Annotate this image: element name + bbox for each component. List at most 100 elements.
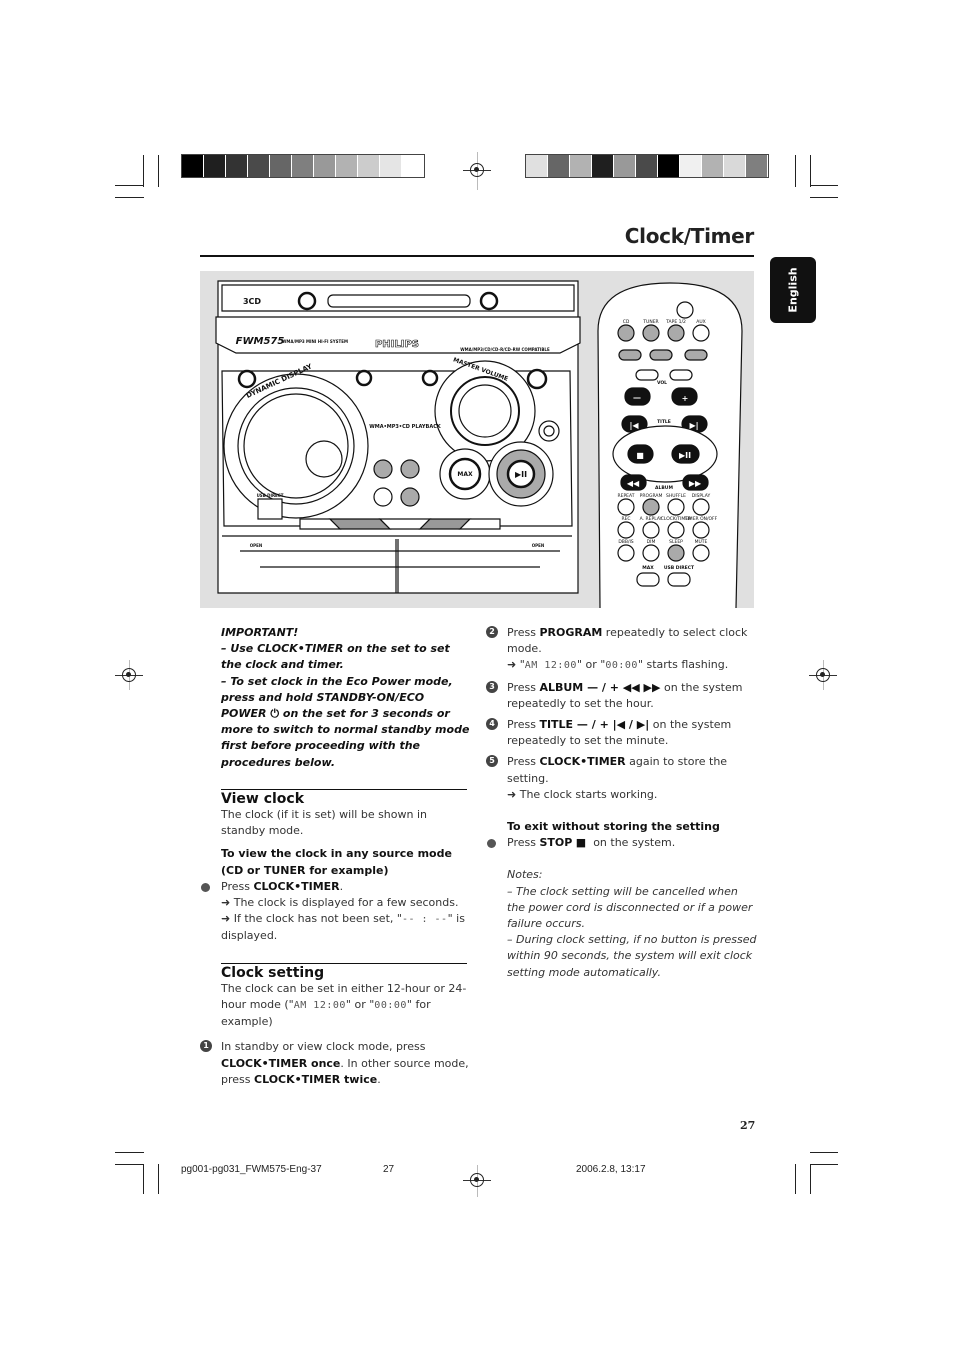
remote-button-label: TIMER ON/OFF <box>684 516 718 522</box>
color-swatch <box>204 155 226 177</box>
usb-direct-port <box>257 498 283 520</box>
standby-on-button <box>237 369 257 389</box>
footer-file-page: 27 <box>383 1164 395 1175</box>
remote-button-label: SHUFFLE <box>666 493 686 499</box>
color-swatch <box>592 155 614 177</box>
important-notice: IMPORTANT! – Use CLOCK•TIMER on the set … <box>221 625 471 771</box>
remote-power-button <box>676 301 694 319</box>
remote-button-label: SLEEP <box>669 539 683 545</box>
crop-mark <box>158 155 159 187</box>
model-sub-label: WMA/MP3 MINI HI-FI SYSTEM <box>282 339 348 344</box>
registration-mark-icon <box>470 163 484 177</box>
important-item: – Use CLOCK•TIMER on the set to set the … <box>221 642 450 672</box>
color-swatch <box>248 155 270 177</box>
remote-button-label: DIM <box>647 539 656 545</box>
step-5: 5 Press CLOCK•TIMER again to store the s… <box>486 754 757 786</box>
remote-button-mute <box>692 544 710 562</box>
remote-button-label: MUTE <box>695 539 708 545</box>
color-swatch <box>548 155 570 177</box>
color-swatch <box>570 155 592 177</box>
remote-dsc-button <box>635 369 659 381</box>
section-heading-view-clock: View clock <box>221 788 467 807</box>
svg-text:|◀: |◀ <box>629 421 639 430</box>
important-title: IMPORTANT! <box>221 626 299 639</box>
color-swatch <box>702 155 724 177</box>
remote-button-sleep <box>667 544 685 562</box>
remote-vol-label: VOL <box>657 380 667 386</box>
color-swatch <box>270 155 292 177</box>
step-4: 4 Press TITLE — / + |◀ / ▶| on the syste… <box>486 717 757 749</box>
page-number: 27 <box>740 1119 756 1132</box>
clock-setting-text: The clock can be set in either 12-hour o… <box>221 981 467 1029</box>
view-clock-subhead: To view the clock in any source mode (CD… <box>221 847 452 877</box>
remote-button-label: AUX <box>696 319 705 325</box>
product-illustration: 3CD FWM575 WMA/MP3 MINI HI-FI SYSTEM PHI… <box>200 271 754 608</box>
color-swatch <box>526 155 548 177</box>
crop-mark <box>143 155 144 187</box>
section-heading-clock-setting: Clock setting <box>221 962 467 981</box>
arrow-icon: ➜ <box>221 912 231 926</box>
illustration-svg: 3CD FWM575 WMA/MP3 MINI HI-FI SYSTEM PHI… <box>215 280 743 608</box>
remote-button-label: DISPLAY <box>692 493 711 499</box>
remote-button-repeat <box>617 498 635 516</box>
cd-usb-button <box>400 459 420 479</box>
step-number-icon: 1 <box>200 1040 212 1053</box>
remote-button-display <box>692 498 710 516</box>
remote-button-label: TUNER <box>642 319 658 325</box>
svg-text:—: — <box>633 393 641 402</box>
color-swatch <box>614 155 636 177</box>
remote-cd3-button <box>684 349 708 361</box>
cd-badge: 3CD <box>243 297 261 306</box>
auto-replay-button <box>355 369 373 387</box>
view-clock-step: Press CLOCK•TIMER. <box>201 879 471 895</box>
note-item: – During clock setting, if no button is … <box>507 933 757 979</box>
remote-vac-button <box>669 369 693 381</box>
svg-text:▶|: ▶| <box>689 421 698 430</box>
registration-mark-icon <box>122 668 136 682</box>
view-clock-text: The clock (if it is set) will be shown i… <box>221 808 428 838</box>
result-line: ➜ "AM 12:00" or "00:00" starts flashing. <box>507 658 729 672</box>
color-swatch <box>314 155 336 177</box>
remote-button-timer-on-off <box>692 521 710 539</box>
step-number-icon: 3 <box>486 680 498 693</box>
step-3: 3 Press ALBUM — / + ◀◀ ▶▶ on the system … <box>486 680 757 712</box>
color-swatch <box>358 155 380 177</box>
bullet-icon <box>201 882 210 892</box>
remote-button-tape-1-2 <box>667 324 685 342</box>
svg-text:■: ■ <box>636 451 644 460</box>
model-label: FWM575 <box>236 336 285 347</box>
sound-button <box>421 369 439 387</box>
remote-button-tuner <box>642 324 660 342</box>
pc-link-button <box>526 368 548 390</box>
crop-mark <box>810 185 838 186</box>
remote-album-label: ALBUM <box>655 485 673 491</box>
color-calibration-bar-right <box>525 154 769 178</box>
arrow-icon: ➜ <box>507 787 517 801</box>
registration-mark-icon <box>470 1173 484 1187</box>
color-swatch <box>292 155 314 177</box>
step-1: 1 In standby or view clock mode, press C… <box>200 1039 471 1088</box>
color-swatch <box>680 155 702 177</box>
remote-button-rec <box>617 521 635 539</box>
footer-timestamp: 2006.2.8, 13:17 <box>576 1164 646 1175</box>
crop-mark <box>143 1164 144 1194</box>
color-swatch <box>182 155 204 177</box>
aux-button <box>373 487 393 507</box>
remote-max-label: MAX <box>642 565 654 571</box>
remote-button-dim <box>642 544 660 562</box>
disc-change-button <box>297 291 317 311</box>
language-tab: English <box>770 257 816 323</box>
color-swatch <box>336 155 358 177</box>
color-swatch <box>380 155 402 177</box>
color-swatch <box>658 155 680 177</box>
playback-label: WMA•MP3•CD PLAYBACK <box>369 424 442 430</box>
language-label: English <box>786 267 800 313</box>
bullet-icon <box>487 839 496 849</box>
headphone-jack <box>543 425 555 437</box>
compat-label: WMA/MP3/CD/CD-R/CD-RW COMPATIBLE <box>460 347 550 352</box>
left-column: IMPORTANT! – Use CLOCK•TIMER on the set … <box>200 625 471 1088</box>
key-name: CLOCK•TIMER <box>253 879 340 893</box>
color-swatch <box>636 155 658 177</box>
result-line: ➜ The clock starts working. <box>507 787 658 801</box>
play-pause-label: ▶II <box>515 470 527 479</box>
